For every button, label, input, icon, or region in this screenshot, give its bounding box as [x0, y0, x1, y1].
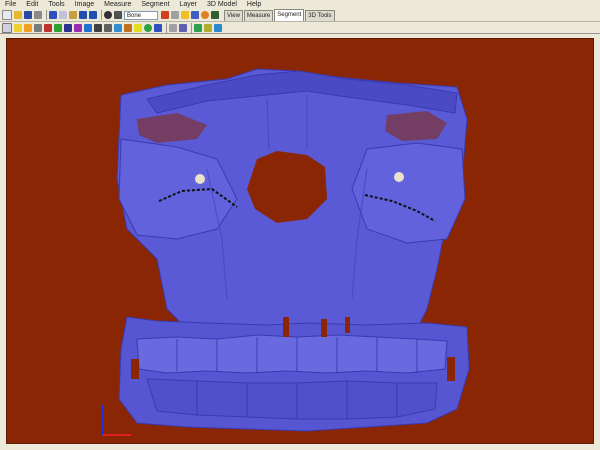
sphere-icon[interactable] — [144, 23, 152, 32]
undo-icon[interactable] — [79, 11, 87, 19]
new-file-icon[interactable] — [2, 10, 12, 20]
layer-icon[interactable] — [134, 23, 142, 32]
menu-help[interactable]: Help — [242, 0, 266, 9]
menu-image[interactable]: Image — [70, 0, 99, 9]
skull-3d-render[interactable] — [7, 39, 595, 445]
ruler-icon[interactable] — [54, 23, 62, 32]
toolbar-separator — [166, 22, 167, 33]
pen-icon[interactable] — [74, 23, 82, 32]
3d-viewport[interactable] — [6, 38, 594, 444]
view-tabs: View Measure Segment 3D Tools — [224, 9, 336, 21]
paste-icon[interactable] — [69, 11, 77, 19]
circle-icon[interactable] — [94, 23, 102, 32]
menu-segment[interactable]: Segment — [136, 0, 174, 9]
open-folder-icon[interactable] — [14, 11, 22, 19]
menu-measure[interactable]: Measure — [99, 0, 136, 9]
tab-measure[interactable]: Measure — [243, 10, 274, 21]
toolbar-separator — [46, 10, 47, 20]
tab-3d-tools[interactable]: 3D Tools — [305, 10, 335, 21]
info-icon[interactable] — [191, 11, 199, 19]
menu-bar: File Edit Tools Image Measure Segment La… — [0, 0, 600, 9]
zoom-out-icon[interactable] — [171, 11, 179, 19]
lock-icon[interactable] — [124, 23, 132, 32]
tab-segment[interactable]: Segment — [274, 9, 305, 21]
image-icon[interactable] — [211, 11, 219, 19]
secondary-toolbar — [0, 22, 600, 34]
coronal-icon[interactable] — [14, 23, 22, 32]
menu-tools[interactable]: Tools — [43, 0, 69, 9]
color-icon[interactable] — [114, 23, 122, 32]
measure-icon[interactable] — [201, 11, 209, 19]
view-mode-combo[interactable]: Bone — [124, 10, 158, 20]
print-icon[interactable] — [34, 11, 42, 19]
tab-view[interactable]: View — [224, 10, 243, 21]
redo-icon[interactable] — [89, 11, 97, 19]
segment-icon[interactable] — [204, 23, 212, 32]
menu-3d-model[interactable]: 3D Model — [202, 0, 242, 9]
grid-icon[interactable] — [34, 23, 42, 32]
settings-icon[interactable] — [179, 23, 187, 32]
menu-layer[interactable]: Layer — [174, 0, 202, 9]
toolbar-separator — [191, 22, 192, 33]
rotate-icon[interactable] — [104, 11, 112, 19]
rectangle-icon[interactable] — [104, 23, 112, 32]
menu-file[interactable]: File — [0, 0, 21, 9]
copy-icon[interactable] — [59, 11, 67, 19]
main-toolbar: Bone View Measure Segment 3D Tools — [0, 9, 600, 22]
sagittal-icon[interactable] — [24, 23, 32, 32]
axial-icon[interactable] — [2, 22, 12, 33]
layer-toggle-icon[interactable] — [194, 23, 202, 32]
zoom-in-icon[interactable] — [161, 11, 169, 19]
window-level-icon[interactable] — [181, 11, 189, 19]
save-icon[interactable] — [24, 11, 32, 19]
screenshot-icon[interactable] — [169, 23, 177, 32]
angle-icon[interactable] — [64, 23, 72, 32]
pointer-icon[interactable] — [49, 11, 57, 19]
line-icon[interactable] — [84, 23, 92, 32]
pan-icon[interactable] — [114, 11, 122, 19]
menu-edit[interactable]: Edit — [21, 0, 43, 9]
crosshair-icon[interactable] — [44, 23, 52, 32]
cube-icon[interactable] — [154, 23, 162, 32]
export-icon[interactable] — [214, 23, 222, 32]
toolbar-separator — [101, 10, 102, 20]
